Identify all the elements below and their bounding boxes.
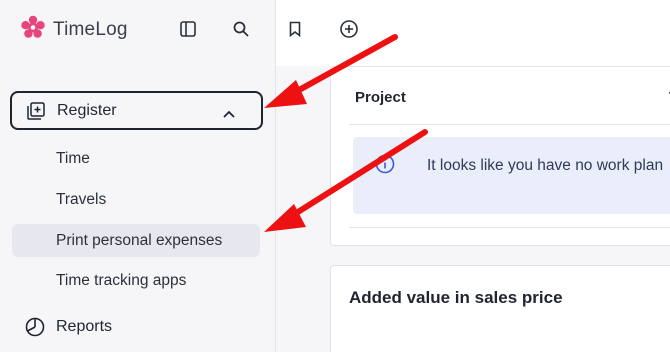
column-header-project[interactable]: Project xyxy=(355,89,406,106)
sidebar-item-print-personal-expenses[interactable]: Print personal expenses xyxy=(56,232,222,250)
divider xyxy=(349,124,670,125)
bookmark-icon[interactable] xyxy=(285,19,305,39)
divider xyxy=(349,227,670,228)
sidebar-toggle-icon[interactable] xyxy=(178,19,198,39)
search-icon[interactable] xyxy=(231,19,251,39)
reports-label: Reports xyxy=(56,318,113,335)
info-alert: It looks like you have no work plan xyxy=(353,137,670,214)
logo[interactable]: TimeLog xyxy=(20,14,128,45)
register-label: Register xyxy=(57,102,117,119)
plus-circle-icon[interactable] xyxy=(339,19,359,39)
sidebar-item-time[interactable]: Time xyxy=(56,150,90,168)
topbar: TimeLog xyxy=(0,0,358,58)
info-icon xyxy=(375,154,395,179)
sidebar-item-time-tracking-apps[interactable]: Time tracking apps xyxy=(56,272,186,290)
app-name: TimeLog xyxy=(53,18,128,40)
alert-message: It looks like you have no work plan xyxy=(427,157,664,174)
register-menu[interactable]: Register xyxy=(10,91,263,130)
sidebar-item-travels[interactable]: Travels xyxy=(56,191,106,209)
card-title: Added value in sales price xyxy=(349,288,563,307)
sidebar-item-reports[interactable]: Reports xyxy=(24,316,112,343)
added-value-card: Added value in sales price xyxy=(330,265,670,352)
add-register-icon xyxy=(26,101,46,126)
timelog-logo-icon xyxy=(20,14,46,45)
work-plan-card: Project T It looks like you have no work… xyxy=(330,66,670,246)
chevron-up-icon[interactable] xyxy=(223,105,235,123)
pie-chart-icon xyxy=(24,316,46,343)
